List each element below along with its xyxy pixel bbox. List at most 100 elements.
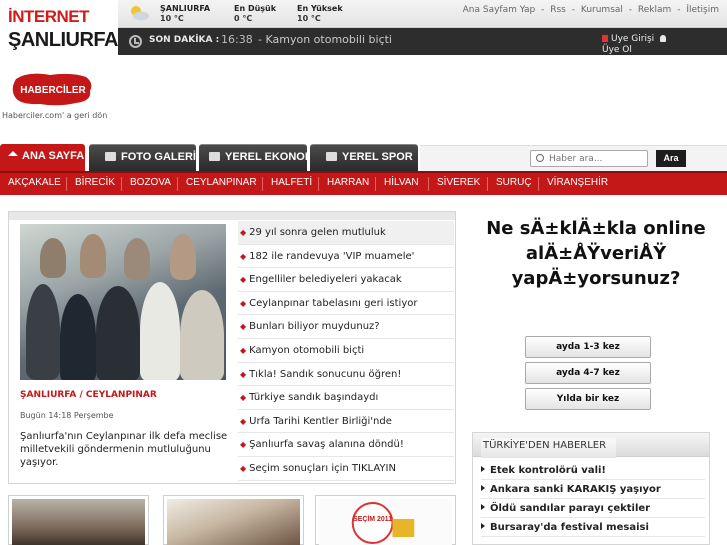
district-link[interactable]: SURUÇ bbox=[496, 177, 532, 188]
district-bar: AKÇAKALE BİRECİK BOZOVA CEYLANPINAR HALF… bbox=[0, 171, 727, 195]
district-link[interactable]: BOZOVA bbox=[130, 177, 171, 188]
link-sep: - bbox=[541, 5, 545, 15]
weather-low-value: 0 °C bbox=[234, 14, 253, 23]
link-contact[interactable]: İletişim bbox=[686, 5, 719, 15]
tab-local-economy[interactable]: YEREL EKONOMİ bbox=[199, 144, 317, 171]
news-item[interactable]: ◆ 182 ile randevuya 'VIP muamele' bbox=[238, 245, 454, 269]
news-item[interactable]: ◆ Türkiye sandık başındaydı bbox=[238, 386, 454, 410]
news-item-text: Ceylanpınar tabelasını geri istiyor bbox=[249, 297, 418, 309]
poll-option-button[interactable]: Yılda bir kez bbox=[525, 388, 651, 410]
tab-home[interactable]: ANA SAYFA bbox=[0, 144, 85, 171]
divider bbox=[538, 177, 539, 191]
weather-low: En Düşük 0 °C bbox=[234, 4, 276, 24]
link-homepage[interactable]: Ana Sayfam Yap bbox=[463, 5, 536, 15]
photo-person bbox=[96, 286, 140, 380]
partly-sunny-icon bbox=[131, 6, 149, 21]
headline-summary[interactable]: Şanlıurfa'nın Ceylanpınar ilk defa mecli… bbox=[20, 430, 230, 469]
arrow-right-icon bbox=[481, 504, 485, 510]
news-item[interactable]: ◆ 29 yıl sonra gelen mutluluk bbox=[238, 221, 454, 245]
bullet-icon: ◆ bbox=[240, 345, 247, 355]
tab-local-economy-label: YEREL EKONOMİ bbox=[225, 151, 318, 163]
bullet-icon: ◆ bbox=[240, 298, 247, 308]
turkey-news-text: Etek kontrolörü vali! bbox=[490, 465, 606, 476]
thumbnail[interactable] bbox=[163, 495, 304, 545]
member-register-link[interactable]: Üye Ol bbox=[602, 45, 632, 54]
home-icon bbox=[8, 151, 18, 156]
tab-photo-gallery[interactable]: FOTO GALERİ bbox=[89, 144, 196, 171]
news-item[interactable]: ◆ Şanlıurfa savaş alanına döndü! bbox=[238, 433, 454, 457]
haberciler-back-link[interactable]: Haberciler.com' a geri dön bbox=[2, 111, 107, 120]
photo-person bbox=[124, 238, 150, 280]
link-corporate[interactable]: Kurumsal bbox=[581, 5, 623, 15]
site-logo[interactable]: İNTERNET ŞANLIURFA bbox=[8, 8, 118, 51]
member-login-link[interactable]: Üye Girişi bbox=[611, 34, 654, 44]
bullet-icon: ◆ bbox=[240, 463, 247, 473]
news-list: ◆ 29 yıl sonra gelen mutluluk ◆ 182 ile ra… bbox=[238, 221, 454, 481]
search-area: Ara bbox=[420, 145, 727, 171]
news-item[interactable]: ◆ Bunları biliyor muydunuz? bbox=[238, 315, 454, 339]
district-link[interactable]: AKÇAKALE bbox=[8, 177, 61, 188]
news-item-text: Tıkla! Sandık sonucunu öğren! bbox=[249, 368, 402, 380]
link-ads[interactable]: Reklam bbox=[638, 5, 671, 15]
news-item[interactable]: ◆ Kamyon otomobili biçti bbox=[238, 339, 454, 363]
panel-top-bar bbox=[9, 212, 455, 220]
weather-high: En Yüksek 10 °C bbox=[297, 4, 343, 24]
thumbnail[interactable]: SEÇİM 2011 bbox=[315, 495, 456, 545]
thumbnail-image bbox=[12, 499, 145, 545]
turkey-news-item[interactable]: Bursaray'da festival mesaisi bbox=[481, 518, 705, 537]
arrow-right-icon bbox=[481, 485, 485, 491]
district-link[interactable]: HARRAN bbox=[327, 177, 369, 188]
news-item-text: Kamyon otomobili biçti bbox=[249, 344, 365, 356]
divider bbox=[375, 177, 376, 191]
link-sep: - bbox=[677, 5, 681, 15]
news-item[interactable]: ◆ Urfa Tarihi Kentler Birliği'nde bbox=[238, 410, 454, 434]
turkey-news-box: TÜRKİYE'DEN HABERLER Etek kontrolörü val… bbox=[472, 432, 710, 545]
breaking-headline[interactable]: - Kamyon otomobili biçti bbox=[258, 33, 392, 46]
thumbnail[interactable] bbox=[8, 495, 149, 545]
haberciler-logo-text: HABERCİLER bbox=[20, 83, 86, 96]
bullet-icon: ◆ bbox=[240, 251, 247, 261]
tab-photo-gallery-label: FOTO GALERİ bbox=[121, 151, 196, 163]
weather-city-value: 10 °C bbox=[160, 14, 184, 23]
divider bbox=[177, 177, 178, 191]
poll-option-button[interactable]: ayda 1-3 kez bbox=[525, 336, 651, 358]
turkey-news-item[interactable]: Etek kontrolörü vali! bbox=[481, 461, 705, 480]
news-item-text: Şanlıurfa savaş alanına döndü! bbox=[249, 439, 404, 451]
turkey-news-item[interactable]: Ankara sanki KARAKIŞ yaşıyor bbox=[481, 480, 705, 499]
bullet-icon: ◆ bbox=[240, 416, 247, 426]
arrow-right-icon bbox=[481, 466, 485, 472]
photo-person bbox=[26, 284, 60, 380]
weather-high-label: En Yüksek bbox=[297, 4, 343, 13]
poll-option-button[interactable]: ayda 4-7 kez bbox=[525, 362, 651, 384]
headline-location[interactable]: ŞANLIURFA / CEYLANPINAR bbox=[20, 390, 157, 400]
haberciler-logo[interactable]: HABERCİLER bbox=[10, 71, 96, 107]
news-item-text: 182 ile randevuya 'VIP muamele' bbox=[249, 250, 415, 262]
news-item-text: Türkiye sandık başındaydı bbox=[249, 392, 379, 404]
breaking-news-bar: SON DAKİKA : 16:38 - Kamyon otomobili bi… bbox=[118, 28, 727, 55]
news-item-text: Urfa Tarihi Kentler Birliği'nde bbox=[249, 415, 392, 427]
search-button[interactable]: Ara bbox=[656, 150, 686, 167]
tab-local-sports[interactable]: YEREL SPOR bbox=[310, 144, 418, 171]
tab-home-label: ANA SAYFA bbox=[22, 150, 85, 162]
district-link[interactable]: CEYLANPINAR bbox=[186, 177, 257, 188]
district-link[interactable]: VİRANŞEHİR bbox=[547, 177, 608, 188]
district-link[interactable]: HİLVAN bbox=[384, 177, 419, 188]
divider bbox=[66, 177, 67, 191]
district-link[interactable]: BİRECİK bbox=[75, 177, 115, 188]
news-item[interactable]: ◆ Engelliler belediyeleri yakacak bbox=[238, 268, 454, 292]
news-item[interactable]: ◆ Ceylanpınar tabelasını geri istiyor bbox=[238, 292, 454, 316]
district-link[interactable]: HALFETİ bbox=[271, 177, 312, 188]
weather-strip: ŞANLIURFA 10 °C En Düşük 0 °C En Yüksek … bbox=[118, 0, 727, 28]
district-link[interactable]: SİVEREK bbox=[437, 177, 480, 188]
bullet-icon: ◆ bbox=[240, 393, 247, 403]
ballot-box-text: SEÇİM 2011 bbox=[353, 515, 392, 523]
news-item[interactable]: ◆ Seçim sonuçları için TIKLAYIN bbox=[238, 457, 454, 481]
bullet-icon: ◆ bbox=[240, 369, 247, 379]
headline-date: Bugün 14:18 Perşembe bbox=[20, 411, 114, 420]
news-item[interactable]: ◆ Tıkla! Sandık sonucunu öğren! bbox=[238, 363, 454, 387]
search-input[interactable] bbox=[530, 150, 648, 167]
headline-photo[interactable] bbox=[20, 224, 226, 380]
divider bbox=[428, 177, 429, 191]
link-rss[interactable]: Rss bbox=[550, 5, 566, 15]
turkey-news-item[interactable]: Öldü sandılar parayı çektiler bbox=[481, 499, 705, 518]
